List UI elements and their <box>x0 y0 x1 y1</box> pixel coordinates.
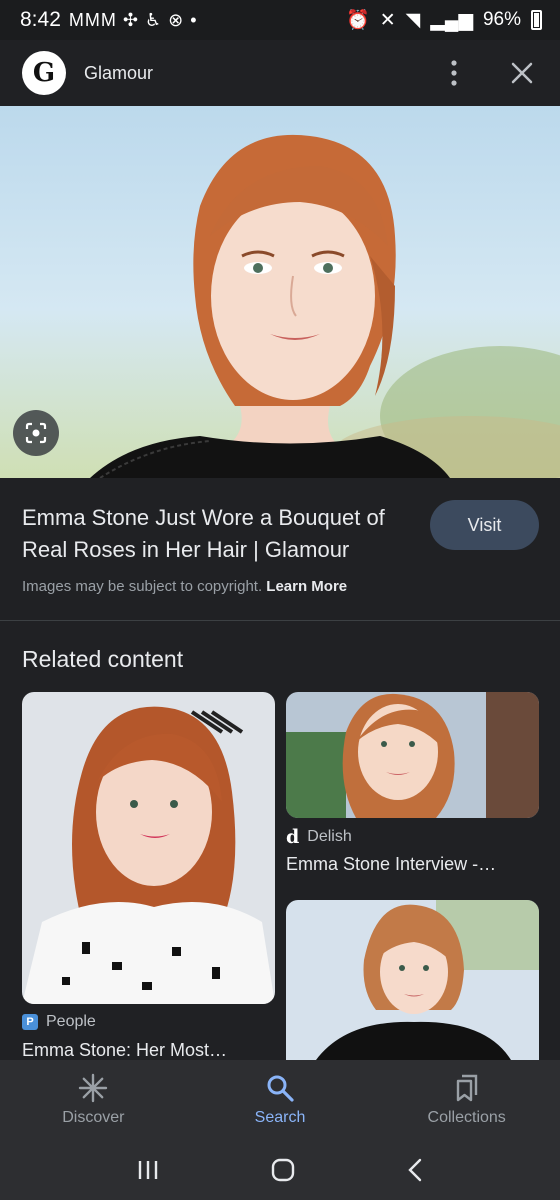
status-bar: 8:42 MMM ✣ ♿ ⊗ • ⏰ ✕ ◥ ▂▄▆ 96% <box>0 0 560 40</box>
source-logo[interactable]: G <box>22 51 66 95</box>
app-header: G Glamour <box>0 40 560 106</box>
result-panel: Emma Stone Just Wore a Bouquet of Real R… <box>0 478 560 620</box>
notification-icons: MMM ✣ ♿ ⊗ • <box>69 10 198 31</box>
nav-label: Collections <box>427 1109 506 1126</box>
related-content-title: Related content <box>22 646 184 672</box>
collections-icon <box>456 1074 477 1102</box>
system-navigation-bar <box>0 1140 560 1200</box>
nav-discover[interactable]: Discover <box>0 1060 187 1140</box>
card-caption[interactable]: Emma Stone Interview -… <box>286 854 496 875</box>
card-source-label: Delish <box>307 828 352 845</box>
copyright-notice: Images may be subject to copyright. Lear… <box>22 578 347 595</box>
back-icon[interactable] <box>406 1158 424 1182</box>
more-options-icon[interactable] <box>438 57 470 89</box>
copyright-text: Images may be subject to copyright. <box>22 578 263 595</box>
mute-icon: ✕ <box>379 9 396 31</box>
pinwheel-icon: ✣ <box>122 9 139 30</box>
related-card-image[interactable] <box>286 900 539 1060</box>
result-title[interactable]: Emma Stone Just Wore a Bouquet of Real R… <box>22 502 414 566</box>
recent-apps-icon[interactable] <box>136 1159 160 1181</box>
close-icon[interactable] <box>506 57 538 89</box>
related-card-image-people[interactable] <box>22 692 275 1004</box>
related-card-image-delish[interactable] <box>286 692 539 818</box>
lens-icon <box>25 422 47 444</box>
card-source-label: People <box>46 1013 96 1030</box>
delish-logo-icon: d <box>286 826 300 848</box>
search-icon <box>267 1075 294 1102</box>
dot-icon: • <box>190 9 198 30</box>
battery-percent: 96% <box>482 9 521 30</box>
battery-icon <box>531 10 542 30</box>
home-icon[interactable] <box>271 1158 295 1182</box>
hero-image[interactable] <box>0 106 560 478</box>
people-logo-icon: P <box>22 1014 38 1030</box>
alarm-icon: ⏰ <box>346 10 370 31</box>
divider <box>0 620 560 621</box>
gmail-icons: MMM <box>68 9 117 30</box>
nav-search[interactable]: Search <box>187 1060 374 1140</box>
accessibility-icon: ♿ <box>144 9 163 30</box>
bottom-navigation: Discover Search Collections <box>0 1060 560 1140</box>
signal-icon: ▂▄▆ <box>430 9 473 31</box>
status-time: 8:42 <box>20 8 61 31</box>
card-caption[interactable]: Emma Stone: Her Most… <box>22 1040 227 1061</box>
nav-collections[interactable]: Collections <box>373 1060 560 1140</box>
learn-more-link[interactable]: Learn More <box>266 578 347 595</box>
asterisk-icon <box>79 1073 108 1103</box>
nav-label: Discover <box>62 1109 125 1126</box>
card-source-delish[interactable]: d Delish <box>286 826 352 848</box>
shazam-icon: ⊗ <box>168 9 185 30</box>
nav-label: Search <box>254 1109 306 1126</box>
card-source-people[interactable]: P People <box>22 1013 96 1031</box>
lens-search-button[interactable] <box>13 410 59 456</box>
wifi-icon: ◥ <box>405 9 421 31</box>
source-name[interactable]: Glamour <box>84 63 153 84</box>
visit-button[interactable]: Visit <box>430 500 539 550</box>
